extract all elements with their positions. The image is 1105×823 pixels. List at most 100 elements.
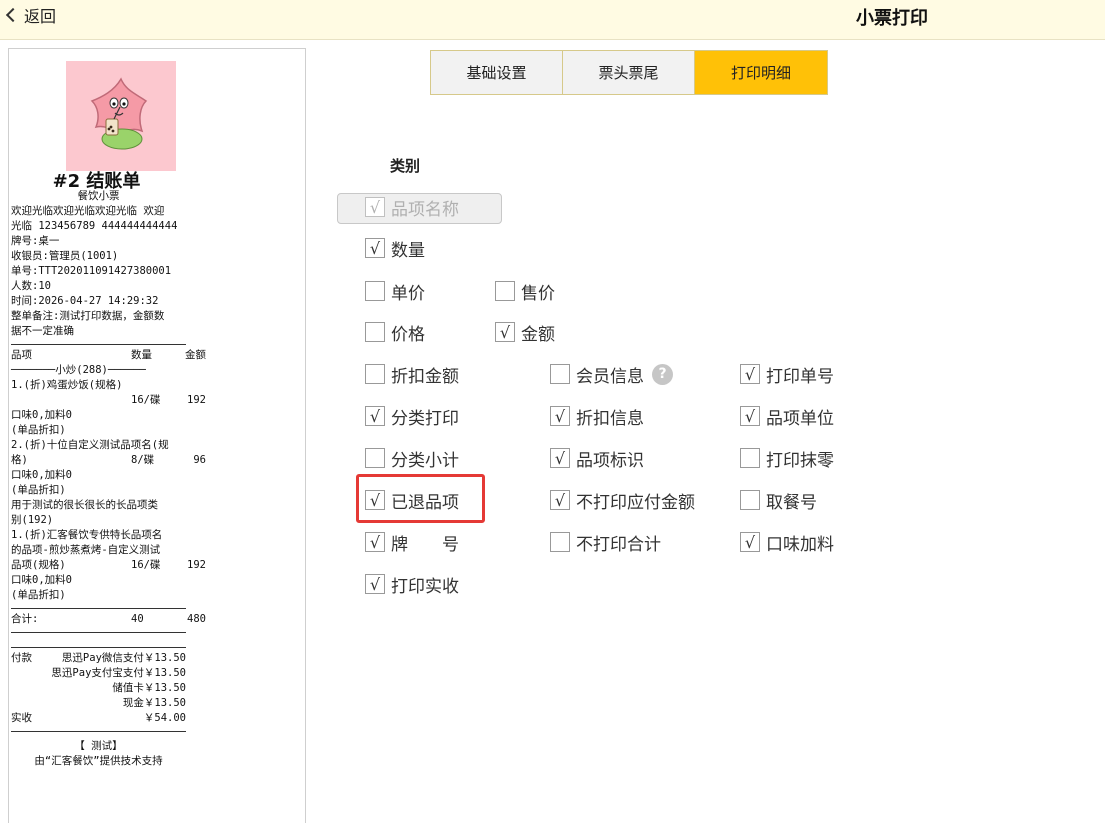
checkbox-sale-price[interactable] (495, 281, 515, 301)
checkbox-discount-amount[interactable] (365, 364, 385, 384)
option-unit-price[interactable]: 单价 (365, 279, 425, 304)
option-returned-items[interactable]: √ 已退品项 (365, 488, 459, 513)
checkbox-item-unit[interactable]: √ (740, 406, 760, 426)
option-label: 单价 (391, 283, 425, 304)
option-label: 不打印合计 (576, 534, 661, 555)
receipt-category: 别(192) (11, 514, 54, 526)
receipt-order-no: 单号:TTT202011091427380001 (11, 265, 172, 277)
option-no-print-payable[interactable]: √ 不打印应付金额 (550, 488, 695, 513)
checkbox-price[interactable] (365, 322, 385, 342)
option-item-unit[interactable]: √ 品项单位 (740, 404, 834, 429)
receipt-subtitle: 餐饮小票 (77, 190, 120, 202)
option-member-info[interactable]: 会员信息 ? (550, 362, 673, 387)
col-amount: 金额 (185, 349, 206, 361)
receipt-pay-row: 储值卡￥13.50 (11, 681, 186, 696)
option-label: 价格 (391, 324, 425, 345)
col-item: 品项 (11, 349, 32, 361)
receipt-column-header: 品项 数量 金额 (11, 348, 206, 363)
receipt-item-name: 1.(折)鸡蛋炒饭(规格) (11, 379, 123, 391)
item-amount: 192 (187, 559, 206, 571)
option-print-order-no[interactable]: √ 打印单号 (740, 362, 834, 387)
page-title: 小票打印 (856, 8, 928, 29)
checkbox-no-print-total[interactable] (550, 532, 570, 552)
checkbox-table-no[interactable]: √ (365, 532, 385, 552)
option-quantity[interactable]: √ 数量 (365, 236, 425, 261)
option-print-rounding[interactable]: 打印抹零 (740, 446, 834, 471)
receipt-divider (11, 344, 186, 345)
tab-basic-settings[interactable]: 基础设置 (431, 51, 563, 94)
received-value: ￥54.00 (143, 712, 186, 724)
checkbox-item-name: √ (365, 197, 385, 217)
receipt-divider (11, 731, 186, 732)
checkbox-print-rounding[interactable] (740, 448, 760, 468)
option-label: 打印实收 (391, 576, 459, 597)
checkbox-discount-info[interactable]: √ (550, 406, 570, 426)
receipt-pay-row: 思迅Pay支付宝支付￥13.50 (11, 666, 186, 681)
option-amount[interactable]: √ 金额 (495, 320, 555, 345)
option-category-print[interactable]: √ 分类打印 (365, 404, 459, 429)
receipt-item-row: 16/碟 192 (11, 393, 206, 408)
pay-line: 储值卡￥13.50 (112, 682, 186, 694)
checkbox-member-info[interactable] (550, 364, 570, 384)
option-label: 不打印应付金额 (576, 492, 695, 513)
receipt-item-flavor: 口味0,加料0 (11, 574, 72, 586)
receipt-welcome-line: 光临 123456789 444444444444 (11, 220, 178, 232)
receipt-divider (11, 647, 186, 648)
checkbox-category-print[interactable]: √ (365, 406, 385, 426)
option-discount-amount[interactable]: 折扣金额 (365, 362, 459, 387)
option-pickup-no[interactable]: 取餐号 (740, 488, 817, 513)
checkbox-amount[interactable]: √ (495, 322, 515, 342)
top-bar: 返回 小票打印 (0, 0, 1105, 40)
receipt-divider (11, 632, 186, 633)
receipt-item-flavor: 口味0,加料0 (11, 469, 72, 481)
checkbox-print-order-no[interactable]: √ (740, 364, 760, 384)
checkbox-pickup-no[interactable] (740, 490, 760, 510)
receipt-item-name: 的品项-煎炒蒸煮烤-自定义测试 (11, 544, 161, 556)
item-qty: 8/碟 (131, 454, 155, 466)
option-no-print-total[interactable]: 不打印合计 (550, 530, 661, 555)
help-icon[interactable]: ? (652, 363, 673, 385)
option-label: 打印抹零 (766, 450, 834, 471)
tab-header-footer[interactable]: 票头票尾 (563, 51, 695, 94)
receipt-footer: 由“汇客餐饮”提供技术支持 (34, 755, 163, 767)
option-sale-price[interactable]: 售价 (495, 279, 555, 304)
option-table-no[interactable]: √ 牌 号 (365, 530, 459, 555)
option-flavor-addon[interactable]: √ 口味加料 (740, 530, 834, 555)
tab-print-detail[interactable]: 打印明细 (695, 51, 827, 94)
option-item-name: √ 品项名称 (365, 195, 459, 220)
back-button[interactable]: 返回 (4, 4, 56, 26)
checkbox-category-subtotal[interactable] (365, 448, 385, 468)
option-label: 品项单位 (766, 408, 834, 429)
option-price[interactable]: 价格 (365, 320, 425, 345)
checkbox-no-print-payable[interactable]: √ (550, 490, 570, 510)
option-label: 折扣信息 (576, 408, 644, 429)
checkbox-print-received[interactable]: √ (365, 574, 385, 594)
checkbox-returned-items[interactable]: √ (365, 490, 385, 510)
option-discount-info[interactable]: √ 折扣信息 (550, 404, 644, 429)
checkbox-item-mark[interactable]: √ (550, 448, 570, 468)
pay-line: 现金￥13.50 (122, 697, 186, 709)
checkbox-unit-price[interactable] (365, 281, 385, 301)
receipt-category: 用于测试的很长很长的长品项类 (11, 499, 158, 511)
checkbox-flavor-addon[interactable]: √ (740, 532, 760, 552)
receipt-received-row: 实收 ￥54.00 (11, 711, 186, 726)
option-print-received[interactable]: √ 打印实收 (365, 572, 459, 597)
option-label: 金额 (521, 324, 555, 345)
pay-line: 思迅Pay支付宝支付￥13.50 (51, 667, 186, 679)
receipt-people: 人数:10 (11, 280, 51, 292)
option-label: 口味加料 (766, 534, 834, 555)
receipt-item-name: 1.(折)汇客餐饮专供特长品项名 (11, 529, 163, 541)
receipt-pay-row: 现金￥13.50 (11, 696, 186, 711)
receipt-body: 餐饮小票 欢迎光临欢迎光临欢迎光临 欢迎 光临 123456789 444444… (11, 189, 211, 769)
item-qty: 16/碟 (131, 394, 161, 406)
option-label: 折扣金额 (391, 366, 459, 387)
item-amount: 96 (193, 454, 206, 466)
receipt-total-row: 合计: 40 480 (11, 612, 206, 627)
option-category-subtotal[interactable]: 分类小计 (365, 446, 459, 471)
checkbox-quantity[interactable]: √ (365, 238, 385, 258)
option-label: 品项名称 (391, 199, 459, 220)
option-label: 已退品项 (391, 492, 459, 513)
pay-line: 思迅Pay微信支付￥13.50 (61, 652, 186, 664)
receipt-item-discount: (单品折扣) (11, 589, 66, 601)
option-item-mark[interactable]: √ 品项标识 (550, 446, 644, 471)
